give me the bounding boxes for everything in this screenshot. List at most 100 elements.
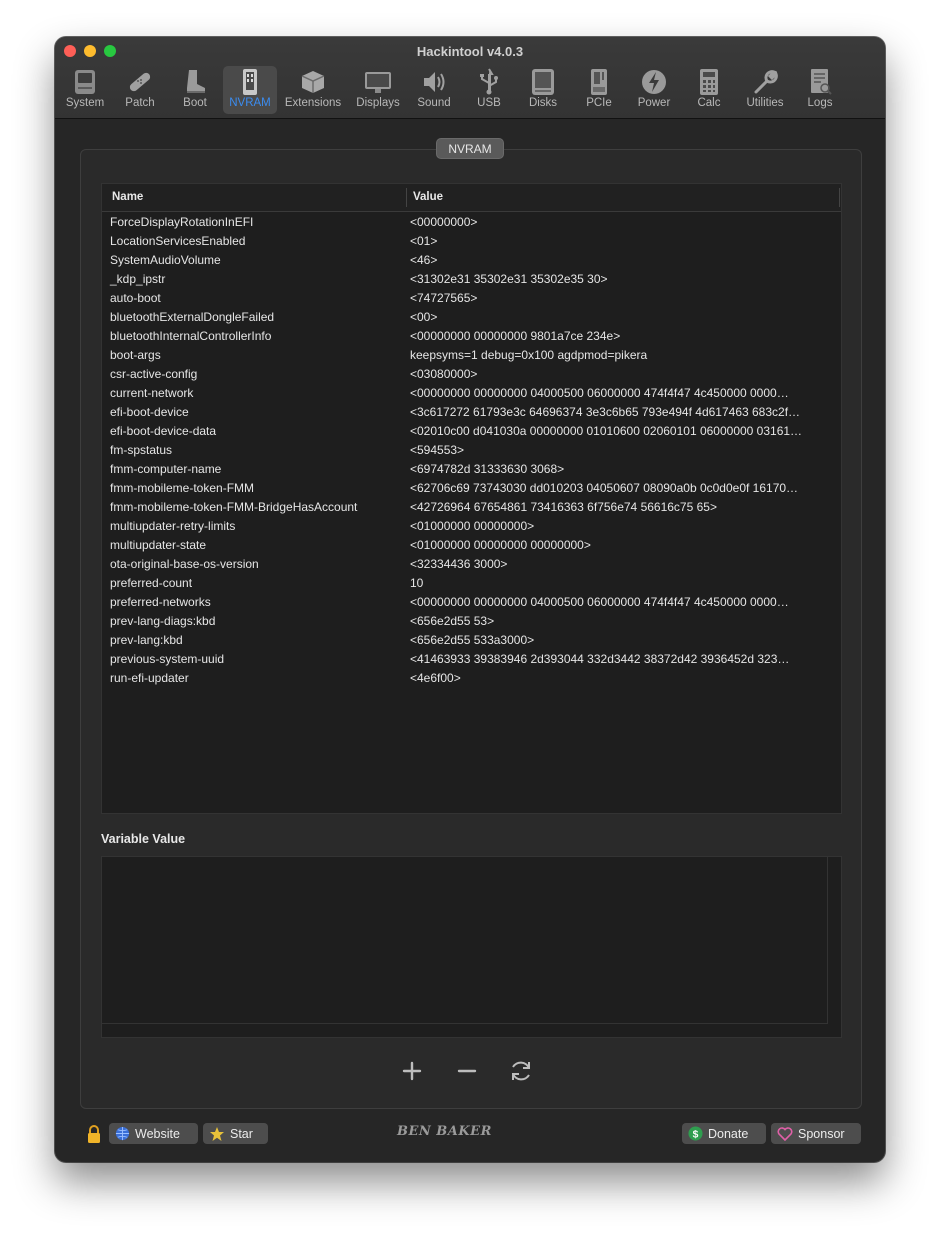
cell-name: auto-boot	[110, 291, 161, 305]
cell-name: multiupdater-state	[110, 538, 207, 552]
toolbar-label: Calc	[697, 97, 721, 109]
toolbar-item-system[interactable]: System	[65, 66, 105, 114]
table-row[interactable]: preferred-count 10	[102, 574, 841, 593]
plus-icon[interactable]	[396, 1055, 428, 1087]
cell-name: bluetoothInternalControllerInfo	[110, 329, 272, 343]
toolbar-item-pcie[interactable]: PCIe	[583, 66, 615, 114]
lock-icon[interactable]	[86, 1124, 102, 1144]
toolbar-item-displays[interactable]: Displays	[353, 66, 403, 114]
cell-value: <01000000 00000000>	[410, 519, 535, 533]
table-row[interactable]: previous-system-uuid <41463933 39383946 2…	[102, 650, 841, 669]
boot-icon	[187, 70, 205, 93]
cell-value: <01000000 00000000 00000000>	[410, 538, 591, 552]
star-button[interactable]: Star	[203, 1123, 268, 1144]
toolbar-item-extensions[interactable]: Extensions	[283, 66, 343, 114]
toolbar-item-nvram[interactable]: NVRAM	[223, 66, 277, 114]
column-header-name[interactable]: Name	[112, 191, 143, 203]
displays-icon	[365, 72, 391, 93]
toolbar-item-disks[interactable]: Disks	[525, 66, 561, 114]
variable-value-textarea[interactable]	[101, 856, 842, 1038]
table-row[interactable]: multiupdater-state <01000000 00000000 000…	[102, 536, 841, 555]
cell-name: fmm-mobileme-token-FMM	[110, 481, 255, 495]
table-row[interactable]: preferred-networks <00000000 00000000 040…	[102, 593, 841, 612]
cell-name: run-efi-updater	[110, 671, 189, 685]
toolbar-item-logs[interactable]: Logs	[803, 66, 837, 114]
cell-name: prev-lang-diags:kbd	[110, 614, 216, 628]
sponsor-button[interactable]: Sponsor	[771, 1123, 861, 1144]
toolbar-item-boot[interactable]: Boot	[177, 66, 213, 114]
toolbar-label: Utilities	[746, 97, 784, 109]
cell-value: <00000000 00000000 9801a7ce 234e>	[410, 329, 621, 343]
column-divider[interactable]	[406, 188, 407, 207]
table-row[interactable]: auto-boot <74727565>	[102, 289, 841, 308]
toolbar-item-usb[interactable]: USB	[473, 66, 505, 114]
website-button-label: Website	[135, 1126, 180, 1141]
cell-value: <02010c00 d041030a 00000000 01010600 020…	[410, 424, 803, 438]
table-row[interactable]: efi-boot-device <3c617272 61793e3c 646963…	[102, 403, 841, 422]
sponsor-button-label: Sponsor	[798, 1126, 845, 1141]
table-row[interactable]: bluetoothInternalControllerInfo <00000000…	[102, 327, 841, 346]
column-header-value[interactable]: Value	[413, 191, 443, 203]
table-row[interactable]: current-network <00000000 00000000 040005…	[102, 384, 841, 403]
table-row[interactable]: run-efi-updater <4e6f00>	[102, 669, 841, 688]
table-header: Name Value	[102, 184, 841, 212]
table-row[interactable]: bluetoothExternalDongleFailed <00>	[102, 308, 841, 327]
table-row[interactable]: LocationServicesEnabled <01>	[102, 232, 841, 251]
minus-icon[interactable]	[451, 1055, 483, 1087]
toolbar-label: PCIe	[586, 97, 612, 109]
table-row[interactable]: fmm-mobileme-token-FMM-BridgeHasAccount <…	[102, 498, 841, 517]
toolbar-item-calc[interactable]: Calc	[693, 66, 725, 114]
system-icon	[75, 70, 95, 94]
cell-value: <656e2d55 533a3000>	[410, 633, 535, 647]
cell-name: fmm-mobileme-token-FMM-BridgeHasAccount	[110, 500, 358, 514]
star-icon	[209, 1126, 225, 1142]
table-row[interactable]: efi-boot-device-data <02010c00 d041030a 0…	[102, 422, 841, 441]
svg-text:$: $	[693, 1129, 699, 1140]
cell-value: <01>	[410, 234, 438, 248]
table-row[interactable]: fmm-computer-name <6974782d 31333630 3068…	[102, 460, 841, 479]
wrench-icon	[754, 70, 778, 94]
panel-tab-nvram[interactable]: NVRAM	[436, 138, 504, 159]
title-bar: Hackintool v4.0.3 System Patch Boot NVRA…	[55, 37, 885, 119]
table-row[interactable]: csr-active-config <03080000>	[102, 365, 841, 384]
toolbar-item-power[interactable]: Power	[635, 66, 673, 114]
variable-value-content[interactable]	[102, 857, 828, 1024]
toolbar-label: Power	[637, 97, 671, 109]
refresh-icon[interactable]	[505, 1055, 537, 1087]
table-row[interactable]: boot-args keepsyms=1 debug=0x100 agdpmod=…	[102, 346, 841, 365]
heart-icon	[777, 1126, 793, 1141]
table-row[interactable]: _kdp_ipstr <31302e31 35302e31 35302e35 30…	[102, 270, 841, 289]
cell-name: preferred-networks	[110, 595, 211, 609]
toolbar-item-utilities[interactable]: Utilities	[743, 66, 787, 114]
cell-name: efi-boot-device-data	[110, 424, 217, 438]
toolbar-label: Extensions	[284, 97, 342, 109]
table-row[interactable]: ota-original-base-os-version <32334436 30…	[102, 555, 841, 574]
pcie-icon	[591, 69, 607, 95]
toolbar-item-patch[interactable]: Patch	[121, 66, 159, 114]
table-row[interactable]: SystemAudioVolume <46>	[102, 251, 841, 270]
table-row[interactable]: prev-lang:kbd <656e2d55 533a3000>	[102, 631, 841, 650]
toolbar: System Patch Boot NVRAM Extensions Displ…	[55, 63, 885, 118]
calc-icon	[700, 69, 718, 95]
table-row[interactable]: ForceDisplayRotationInEFI <00000000>	[102, 213, 841, 232]
donate-button[interactable]: $ Donate	[682, 1123, 766, 1144]
cell-name: current-network	[110, 386, 194, 400]
toolbar-label: Boot	[183, 97, 207, 109]
table-row[interactable]: prev-lang-diags:kbd <656e2d55 53>	[102, 612, 841, 631]
cell-value: <42726964 67654861 73416363 6f756e74 566…	[410, 500, 717, 514]
cell-value: 10	[410, 576, 424, 590]
toolbar-label: System	[65, 97, 105, 109]
table-row[interactable]: fmm-mobileme-token-FMM <62706c69 73743030…	[102, 479, 841, 498]
cell-value: <00000000 00000000 04000500 06000000 474…	[410, 595, 789, 609]
dollar-icon: $	[688, 1126, 703, 1141]
app-window: Hackintool v4.0.3 System Patch Boot NVRA…	[55, 37, 885, 1162]
cell-value: <3c617272 61793e3c 64696374 3e3c6b65 793…	[410, 405, 801, 419]
cell-value: <00>	[410, 310, 438, 324]
table-row[interactable]: multiupdater-retry-limits <01000000 00000…	[102, 517, 841, 536]
toolbar-item-sound[interactable]: Sound	[415, 66, 453, 114]
website-button[interactable]: Website	[109, 1123, 198, 1144]
table-row[interactable]: fm-spstatus <594553>	[102, 441, 841, 460]
nvram-table[interactable]: Name Value ForceDisplayRotationInEFI <000…	[101, 183, 842, 814]
toolbar-label: Displays	[356, 97, 400, 109]
globe-icon	[115, 1126, 130, 1141]
